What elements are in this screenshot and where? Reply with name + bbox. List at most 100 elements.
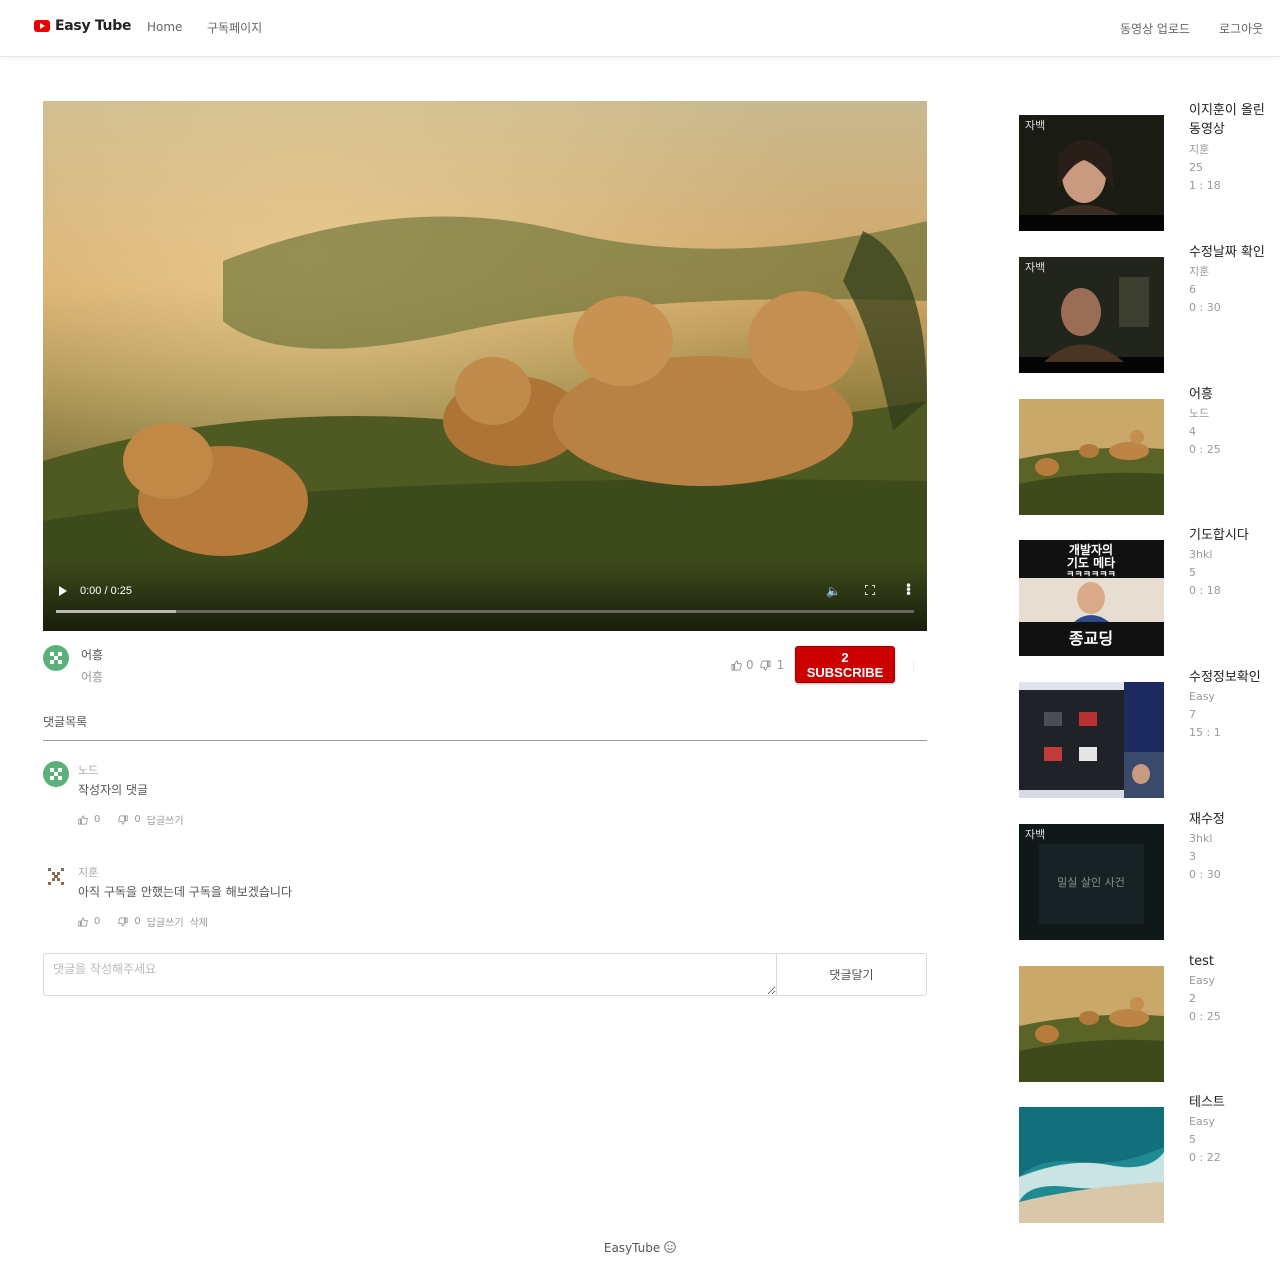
related-video-item[interactable]: 자백 밀실 살인 사건 재수정 3hkl 3 0 : 30 <box>1019 812 1274 944</box>
comments-title: 댓글목록 <box>43 715 88 729</box>
related-video-title[interactable]: 수정날짜 확인 <box>1189 243 1273 262</box>
like-icon[interactable] <box>731 660 742 671</box>
youtube-play-icon <box>34 20 50 32</box>
progress-bar[interactable] <box>56 610 914 613</box>
svg-text:자백: 자백 <box>1025 828 1045 841</box>
reply-link[interactable]: 답글쓰기 <box>147 914 184 929</box>
related-video-title[interactable]: 어흥 <box>1189 385 1273 404</box>
uploader-name[interactable]: 어흥 <box>81 646 103 663</box>
svg-text:개발자의: 개발자의 <box>1069 542 1113 557</box>
nav-upload[interactable]: 동영상 업로드 <box>1120 20 1190 37</box>
top-navbar: Easy Tube Home 구독페이지 동영상 업로드 로그아웃 <box>0 0 1280 57</box>
divider <box>913 662 914 672</box>
video-thumbnail[interactable] <box>1019 399 1164 515</box>
comment-actions: 0 0 답글쓰기 삭제 <box>78 914 214 929</box>
progress-fill <box>56 610 177 613</box>
svg-text:기도 메타: 기도 메타 <box>1067 555 1115 570</box>
logo[interactable]: Easy Tube <box>34 18 131 34</box>
related-video-item[interactable]: 자백 수정날짜 확인 지훈 6 0 : 30 <box>1019 245 1274 377</box>
related-video-item[interactable]: 테스트 Easy 5 0 : 22 <box>1019 1095 1274 1227</box>
like-icon[interactable] <box>78 916 88 927</box>
related-video-author: 노드 <box>1189 407 1210 420</box>
video-thumbnail[interactable] <box>1019 1107 1164 1223</box>
comment-like-count: 0 <box>94 916 101 927</box>
video-thumbnail[interactable] <box>1019 682 1164 798</box>
video-thumbnail[interactable]: 자백 <box>1019 257 1164 373</box>
subscribe-button[interactable]: 2 SUBSCRIBE <box>795 646 895 683</box>
related-video-views: 4 <box>1189 425 1196 438</box>
controls-gradient <box>43 561 927 631</box>
svg-text:자백: 자백 <box>1025 119 1045 132</box>
related-video-author: 지훈 <box>1189 265 1210 278</box>
comment-dislike-count: 0 <box>134 814 141 825</box>
related-video-author: 지훈 <box>1189 143 1210 156</box>
related-video-duration: 15 : 1 <box>1189 726 1221 739</box>
comments-divider <box>43 740 927 741</box>
related-video-author: Easy <box>1189 1115 1215 1128</box>
footer: EasyTube <box>0 1241 1280 1255</box>
comment-avatar[interactable] <box>43 761 69 787</box>
logo-text: Easy Tube <box>55 18 132 34</box>
comment-avatar[interactable] <box>43 863 69 889</box>
related-video-duration: 0 : 30 <box>1189 301 1221 314</box>
video-player[interactable]: 0:00 / 0:25 🔈 • • • <box>43 101 927 631</box>
related-video-views: 5 <box>1189 1133 1196 1146</box>
video-thumbnail[interactable]: 개발자의 기도 메타 ㅋㅋㅋㅋㅋㅋ 종교딩 <box>1019 540 1164 656</box>
comment-author[interactable]: 노드 <box>78 762 98 778</box>
related-video-duration: 0 : 30 <box>1189 868 1221 881</box>
nav-logout[interactable]: 로그아웃 <box>1219 20 1263 37</box>
related-video-title[interactable]: test <box>1189 952 1273 971</box>
dislike-icon[interactable] <box>759 660 771 671</box>
related-video-views: 6 <box>1189 283 1196 296</box>
svg-text:ㅋㅋㅋㅋㅋㅋ: ㅋㅋㅋㅋㅋㅋ <box>1066 570 1116 580</box>
video-frame <box>43 101 927 631</box>
related-video-title[interactable]: 수정정보확인 <box>1189 668 1273 687</box>
video-thumbnail[interactable] <box>1019 966 1164 1082</box>
video-description: 어흥 <box>81 670 104 684</box>
fullscreen-icon[interactable] <box>865 585 875 595</box>
related-video-item[interactable]: 개발자의 기도 메타 ㅋㅋㅋㅋㅋㅋ 종교딩 기도합시다 3hkl 5 0 : 1… <box>1019 528 1274 660</box>
uploader-avatar[interactable] <box>43 645 69 671</box>
related-video-views: 25 <box>1189 161 1203 174</box>
related-video-item[interactable]: 자백 이지훈이 올린 동영상 지훈 25 1 : 18 <box>1019 103 1274 235</box>
dislike-icon[interactable] <box>118 814 128 825</box>
related-video-title[interactable]: 이지훈이 올린 동영상 <box>1189 101 1273 139</box>
video-thumbnail[interactable]: 자백 밀실 살인 사건 <box>1019 824 1164 940</box>
footer-text: EasyTube <box>603 1241 661 1255</box>
volume-icon[interactable]: 🔈 <box>826 584 841 598</box>
related-video-duration: 1 : 18 <box>1189 179 1221 192</box>
comment-submit-button[interactable]: 댓글달기 <box>776 953 927 996</box>
delete-link[interactable]: 삭제 <box>190 914 208 929</box>
related-video-author: 3hkl <box>1189 832 1213 845</box>
related-video-author: 3hkl <box>1189 548 1213 561</box>
related-video-item[interactable]: 수정정보확인 Easy 7 15 : 1 <box>1019 670 1274 802</box>
related-video-duration: 0 : 22 <box>1189 1151 1221 1164</box>
nav-subscriptions[interactable]: 구독페이지 <box>207 19 262 36</box>
comment-author[interactable]: 지훈 <box>78 864 98 880</box>
like-icon[interactable] <box>78 814 88 825</box>
related-video-duration: 0 : 25 <box>1189 443 1221 456</box>
smile-icon <box>664 1241 676 1253</box>
more-options-icon[interactable]: • • • <box>905 580 912 600</box>
related-video-views: 3 <box>1189 850 1196 863</box>
play-icon[interactable] <box>59 586 67 596</box>
related-video-item[interactable]: test Easy 2 0 : 25 <box>1019 954 1274 1086</box>
related-video-duration: 0 : 25 <box>1189 1010 1221 1023</box>
comment-input[interactable] <box>43 953 777 996</box>
related-video-views: 5 <box>1189 566 1196 579</box>
reply-link[interactable]: 답글쓰기 <box>147 812 184 827</box>
playback-time: 0:00 / 0:25 <box>80 585 132 597</box>
video-thumbnail[interactable]: 자백 <box>1019 115 1164 231</box>
dislike-icon[interactable] <box>118 916 128 927</box>
related-video-title[interactable]: 재수정 <box>1189 810 1273 829</box>
related-video-title[interactable]: 테스트 <box>1189 1093 1273 1112</box>
related-video-duration: 0 : 18 <box>1189 584 1221 597</box>
nav-home[interactable]: Home <box>147 20 182 34</box>
related-video-item[interactable]: 어흥 노드 4 0 : 25 <box>1019 387 1274 519</box>
video-like-bar: 0 1 <box>731 658 784 672</box>
svg-text:종교딩: 종교딩 <box>1069 629 1113 648</box>
related-video-author: Easy <box>1189 974 1215 987</box>
related-video-views: 7 <box>1189 708 1196 721</box>
related-video-title[interactable]: 기도합시다 <box>1189 526 1273 545</box>
like-count: 0 <box>746 658 754 672</box>
